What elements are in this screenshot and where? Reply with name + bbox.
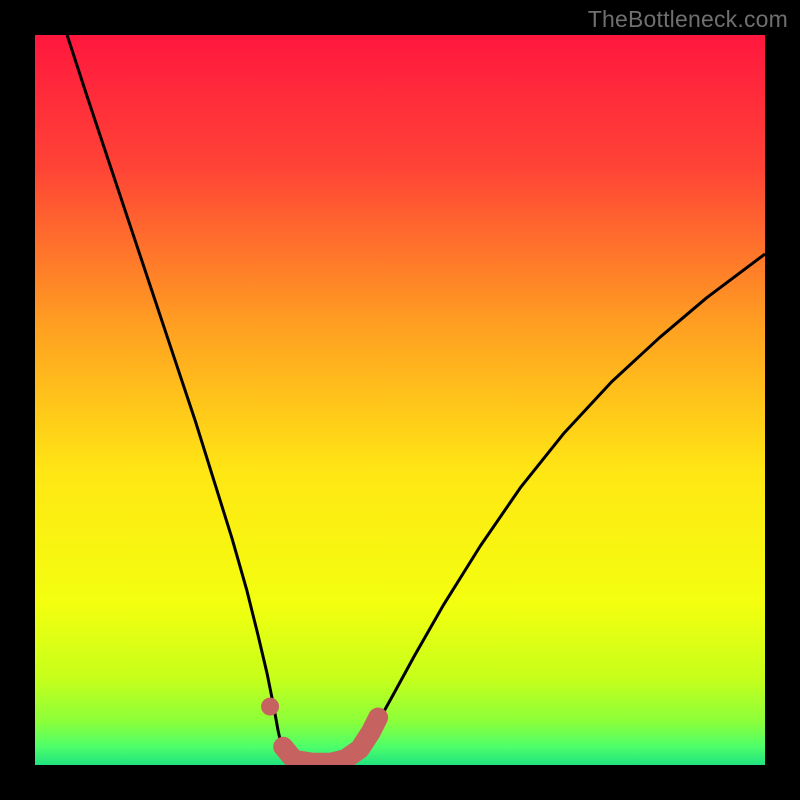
marker-left-dot <box>261 698 279 716</box>
dot-group <box>261 698 279 716</box>
plot-area <box>35 35 765 765</box>
gradient-bg <box>35 35 765 765</box>
outer-frame: TheBottleneck.com <box>0 0 800 800</box>
watermark-text: TheBottleneck.com <box>588 6 788 33</box>
chart-svg <box>35 35 765 765</box>
